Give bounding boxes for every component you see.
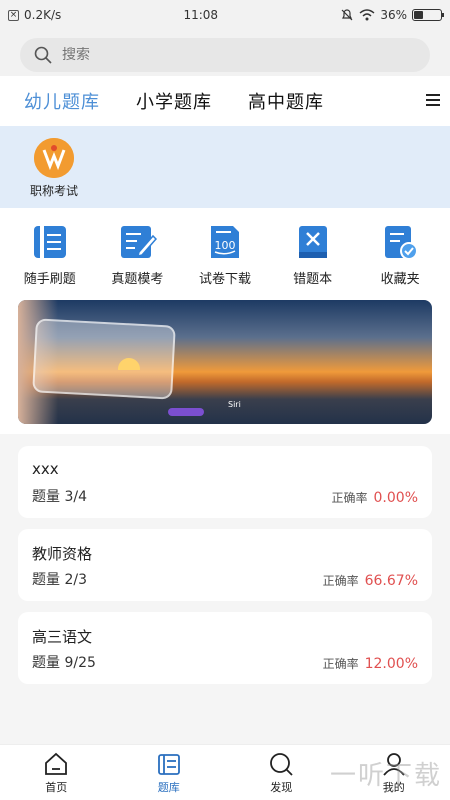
card-title: 教师资格: [32, 545, 93, 563]
nav-label: 首页: [45, 780, 68, 794]
nav-label: 发现: [270, 780, 293, 794]
status-left: × 0.2K/s: [8, 8, 61, 22]
quick-actions: 随手刷题 真题模考 100 试卷下载 错题本 收藏夹: [0, 208, 450, 300]
paper-100-icon: 100: [210, 225, 239, 258]
quick-action-label: 真题模考: [111, 271, 164, 287]
banner-phone: [32, 318, 176, 400]
search-bar: [0, 30, 450, 76]
card-count: 题量 9/25: [32, 655, 96, 671]
mute-bell-icon: [341, 9, 353, 21]
banner-float: [168, 408, 204, 416]
edit-doc-icon: [121, 225, 158, 258]
card-title: xxx: [32, 460, 59, 478]
status-right: 36%: [340, 8, 444, 22]
quick-action-wrong-book[interactable]: 错题本: [273, 222, 353, 287]
quick-action-mock-exam[interactable]: 真题模考: [97, 222, 177, 287]
quick-action-favorites[interactable]: 收藏夹: [360, 222, 440, 287]
menu-icon[interactable]: [426, 94, 440, 106]
battery-icon: [411, 9, 444, 21]
clock: 11:08: [183, 8, 219, 22]
quick-action-label: 错题本: [293, 271, 333, 287]
banner-container: Siri: [0, 300, 450, 434]
tab-kindergarten[interactable]: 幼儿题库: [24, 88, 100, 114]
wifi-icon: [359, 9, 375, 21]
search-icon: [34, 46, 52, 64]
question-bank-card[interactable]: xxx 题量 3/4 正确率 0.00%: [18, 446, 432, 518]
card-count: 题量 3/4: [32, 489, 87, 505]
card-rate: 正确率 12.00%: [323, 655, 418, 672]
exam-category-item[interactable]: 职称考试: [22, 138, 86, 199]
question-bank-card[interactable]: 教师资格 题量 2/3 正确率 66.67%: [18, 529, 432, 601]
quick-action-practice[interactable]: 随手刷题: [10, 222, 90, 287]
search-box[interactable]: [20, 38, 430, 72]
svg-text:100: 100: [214, 239, 235, 252]
question-bank-card[interactable]: 高三语文 题量 9/25 正确率 12.00%: [18, 612, 432, 684]
rate-value: 12.00%: [364, 656, 418, 672]
rate-value: 66.67%: [364, 573, 418, 589]
battery-percent: 36%: [380, 8, 407, 22]
network-speed: 0.2K/s: [24, 8, 62, 22]
category-tabs: 幼儿题库 小学题库 高中题库: [0, 76, 450, 126]
rate-label: 正确率: [322, 574, 359, 588]
card-rate: 正确率 66.67%: [323, 572, 418, 589]
question-bank-list: xxx 题量 3/4 正确率 0.00% 教师资格 题量 2/3 正确率 66.67…: [0, 434, 450, 684]
wrong-book-icon: [298, 225, 327, 258]
rate-label: 正确率: [331, 491, 368, 505]
favorites-icon: [385, 225, 419, 260]
question-bank-icon: [157, 753, 180, 775]
nav-discover[interactable]: 发现: [251, 751, 311, 795]
book-icon: [33, 225, 66, 258]
nav-label: 题库: [157, 780, 180, 794]
quick-action-label: 试卷下载: [198, 271, 251, 287]
status-bar: × 0.2K/s 11:08 36%: [0, 0, 450, 30]
quick-action-label: 随手刷题: [23, 271, 76, 287]
tab-highschool[interactable]: 高中题库: [248, 88, 324, 114]
exam-category-label: 职称考试: [29, 184, 78, 198]
battery-fill: [413, 11, 424, 19]
nav-question-bank[interactable]: 题库: [139, 751, 199, 795]
notification-icon: ×: [8, 9, 19, 21]
banner-caption: Siri: [228, 400, 241, 409]
rate-label: 正确率: [322, 657, 359, 671]
home-icon: [45, 752, 68, 775]
rate-value: 0.00%: [373, 490, 418, 506]
card-count: 题量 2/3: [32, 572, 87, 588]
search-input[interactable]: [62, 47, 362, 63]
quick-action-label: 收藏夹: [380, 271, 420, 287]
quick-action-download[interactable]: 100 试卷下载: [185, 222, 265, 287]
tab-primary[interactable]: 小学题库: [136, 88, 212, 114]
card-title: 高三语文: [32, 628, 93, 646]
discover-icon: [270, 752, 293, 776]
card-rate: 正确率 0.00%: [332, 489, 419, 506]
watermark: 一听下载: [329, 761, 442, 791]
exam-category-band: 职称考试: [0, 126, 450, 208]
promo-banner[interactable]: Siri: [18, 300, 432, 424]
nav-home[interactable]: 首页: [26, 751, 86, 795]
exam-logo-icon: [34, 138, 74, 178]
